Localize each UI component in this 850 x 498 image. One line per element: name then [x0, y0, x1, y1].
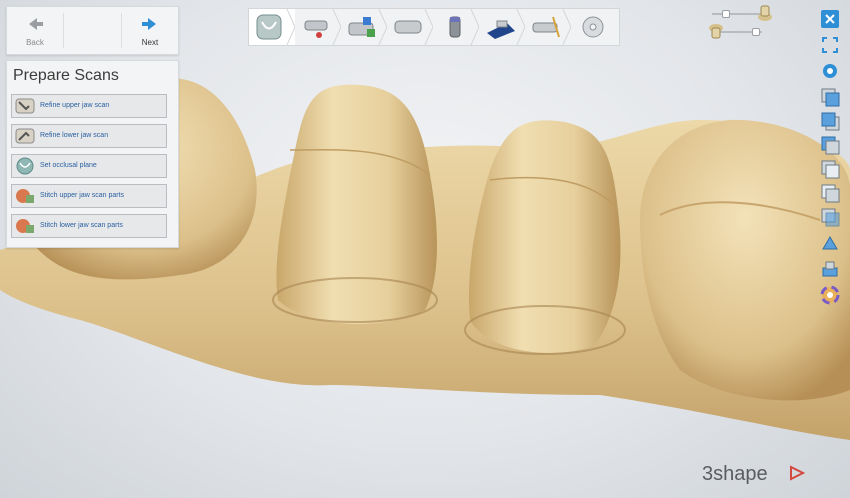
- color-icon[interactable]: [819, 284, 841, 306]
- save-disc-icon[interactable]: [571, 9, 619, 45]
- step-label: Set occlusal plane: [40, 162, 97, 169]
- step-label: Stitch upper jaw scan parts: [40, 192, 125, 199]
- stitch-upper-jaw-icon: [16, 189, 34, 203]
- navigation-bar: Back Next: [6, 6, 179, 55]
- slider-thumb[interactable]: [722, 10, 730, 18]
- view-back-icon[interactable]: [819, 110, 841, 132]
- close-icon[interactable]: [819, 8, 841, 30]
- design-die-icon[interactable]: [433, 9, 479, 45]
- base-icon[interactable]: [479, 9, 525, 45]
- view-iso-icon[interactable]: [819, 232, 841, 254]
- prepare-scans-icon[interactable]: [249, 9, 295, 45]
- stitch-lower-jaw-icon: [16, 219, 34, 233]
- divider: [63, 13, 64, 48]
- view-bottom-icon[interactable]: [819, 206, 841, 228]
- step-refine-lower-jaw[interactable]: Refine lower jaw scan: [11, 124, 167, 148]
- refine-lower-jaw-icon: [15, 128, 35, 144]
- cut-model-icon[interactable]: [295, 9, 341, 45]
- panel-title: Prepare Scans: [13, 67, 119, 84]
- upper-jaw-icon: [758, 5, 772, 21]
- trim-model-icon[interactable]: [387, 9, 433, 45]
- sectioning-icon[interactable]: [525, 9, 571, 45]
- step-label: Refine lower jaw scan: [40, 132, 109, 139]
- step-stitch-upper-jaw[interactable]: Stitch upper jaw scan parts: [11, 184, 167, 208]
- arrow-right-icon: [142, 18, 156, 30]
- settings-icon[interactable]: [819, 60, 841, 82]
- occlusal-plane-icon: [16, 157, 34, 175]
- brand-logo-mark-icon: [790, 465, 806, 481]
- arrow-left-icon: [29, 18, 43, 30]
- step-label: Refine upper jaw scan: [40, 102, 110, 109]
- jaw-view-icon[interactable]: [819, 258, 841, 280]
- slider-track: [712, 13, 762, 15]
- step-label: Stitch lower jaw scan parts: [40, 222, 123, 229]
- next-button[interactable]: Next: [122, 7, 178, 54]
- next-label: Next: [141, 38, 159, 47]
- step-set-occlusal-plane[interactable]: Set occlusal plane: [11, 154, 167, 178]
- brand-logo: 3shape: [702, 463, 768, 485]
- lower-jaw-icon: [709, 24, 723, 39]
- view-top-icon[interactable]: [819, 182, 841, 204]
- view-right-icon[interactable]: [819, 158, 841, 180]
- view-front-icon[interactable]: [819, 86, 841, 108]
- segment-dies-icon[interactable]: [341, 9, 387, 45]
- workflow-toolbar: [248, 8, 620, 46]
- prepare-scans-panel: Prepare Scans Refine upper jaw scan Refi…: [6, 60, 179, 248]
- view-left-icon[interactable]: [819, 134, 841, 156]
- refine-upper-jaw-icon: [15, 98, 35, 114]
- back-label: Back: [26, 38, 44, 47]
- step-stitch-lower-jaw[interactable]: Stitch lower jaw scan parts: [11, 214, 167, 238]
- slider-thumb[interactable]: [752, 28, 760, 36]
- fullscreen-icon[interactable]: [819, 34, 841, 56]
- back-button[interactable]: Back: [7, 7, 63, 54]
- step-refine-upper-jaw[interactable]: Refine upper jaw scan: [11, 94, 167, 118]
